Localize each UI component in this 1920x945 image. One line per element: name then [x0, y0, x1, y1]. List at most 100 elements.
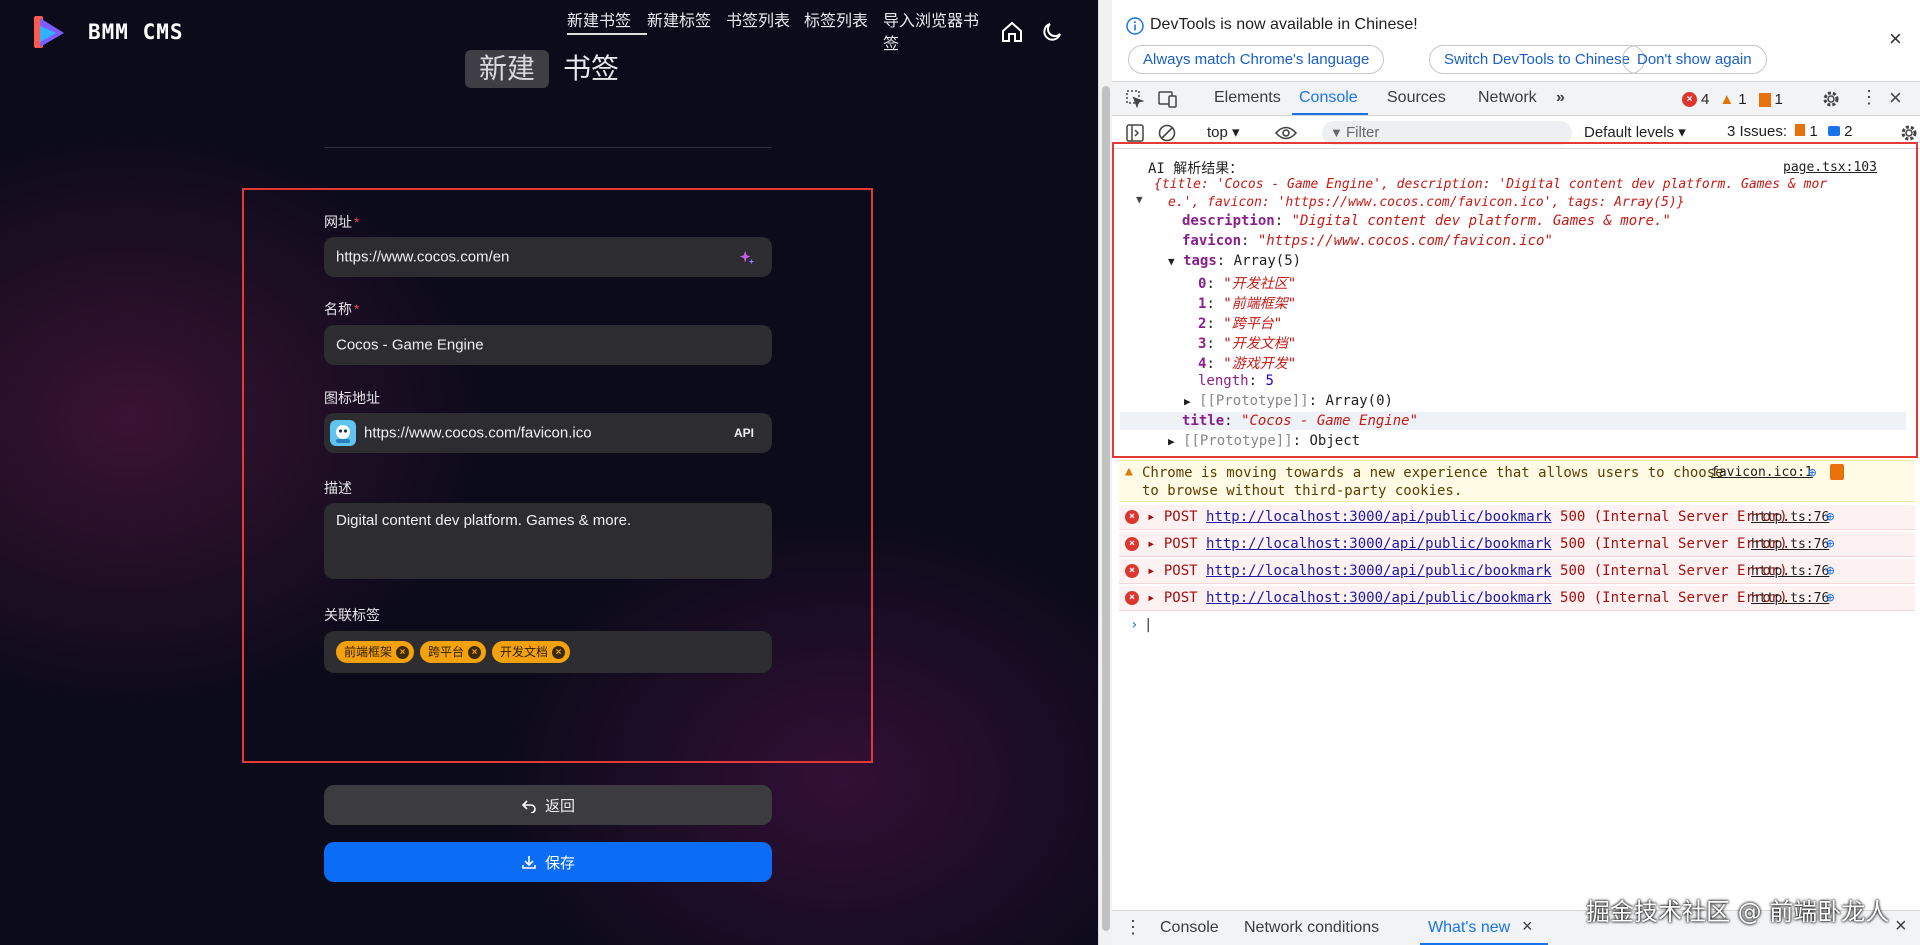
more-options-icon[interactable]: ⋮ — [1860, 87, 1878, 108]
scrollbar-thumb[interactable] — [1102, 86, 1110, 931]
tag-chip: 开发文档 × — [492, 641, 571, 663]
api-button[interactable]: API — [734, 426, 754, 440]
tab-console[interactable]: Console — [1299, 89, 1358, 107]
save-label: 保存 — [544, 854, 575, 872]
network-globe-icon[interactable]: ⊕ — [1808, 465, 1816, 481]
download-icon — [522, 856, 536, 869]
clear-console-icon[interactable] — [1158, 124, 1176, 142]
inspect-element-icon[interactable] — [1126, 90, 1144, 108]
watermark: 掘金技术社区 @ 前端卧龙人 — [1586, 898, 1890, 926]
issues-link[interactable]: 3 Issues: 1 2 — [1727, 123, 1852, 140]
dont-show-button[interactable]: Don't show again — [1622, 45, 1767, 74]
remove-tag-icon[interactable]: × — [468, 645, 482, 659]
drawer-tab-network-conditions[interactable]: Network conditions — [1244, 919, 1379, 937]
bmm-cms-app: BMM CMS 新建书签 新建标签 书签列表 标签列表 导入浏览器书签 新建 书… — [0, 0, 1098, 945]
icon-url-label: 图标地址 — [324, 390, 380, 406]
device-toolbar-icon[interactable] — [1158, 90, 1178, 108]
error-message: × ▸ POST http://localhost:3000/api/publi… — [1119, 559, 1915, 584]
nav-new-tag[interactable]: 新建标签 — [647, 10, 727, 33]
nav-tag-list[interactable]: 标签列表 — [804, 10, 884, 33]
issue-counters[interactable]: × 4 ▲ 1 1 — [1682, 91, 1783, 108]
url-field[interactable]: https://www.cocos.com/en — [324, 237, 772, 277]
expand-object-icon[interactable]: ▼ — [1136, 193, 1143, 206]
page-scrollbar[interactable] — [1098, 0, 1112, 945]
close-whats-new-icon[interactable]: × — [1522, 916, 1533, 937]
brand-name: BMM CMS — [88, 20, 184, 44]
drawer-tab-whats-new[interactable]: What's new — [1428, 919, 1510, 937]
banner-title: DevTools is now available in Chinese! — [1150, 16, 1418, 33]
network-globe-icon[interactable]: ⊕ — [1826, 536, 1834, 552]
error-expand-arrow[interactable]: ▸ POST http://localhost:3000/api/public/… — [1147, 536, 1788, 552]
error-icon: × — [1125, 564, 1139, 578]
back-button[interactable]: 返回 — [324, 785, 772, 825]
prop-tags[interactable]: ▼ tags: Array(5) — [1168, 253, 1301, 269]
console-settings-gear-icon[interactable] — [1899, 123, 1919, 143]
nav-import-bookmarks[interactable]: 导入浏览器书签 — [883, 10, 983, 56]
page-title-rest: 书签 — [563, 53, 620, 84]
network-globe-icon[interactable]: ⊕ — [1826, 590, 1834, 606]
ai-sparkle-icon[interactable] — [738, 249, 756, 267]
tag-item-2: 2: "跨平台" — [1198, 316, 1283, 332]
prop-favicon: favicon: "https://www.cocos.com/favicon.… — [1182, 233, 1553, 249]
console-input[interactable]: | — [1144, 617, 1152, 633]
log-source-link[interactable]: page.tsx:103 — [1783, 160, 1877, 175]
icon-url-field[interactable]: https://www.cocos.com/favicon.ico API — [324, 413, 772, 453]
name-field[interactable]: Cocos - Game Engine — [324, 325, 772, 365]
tags-label: 关联标签 — [324, 607, 380, 623]
network-globe-icon[interactable]: ⊕ — [1826, 563, 1834, 579]
language-banner: DevTools is now available in Chinese! Al… — [1112, 0, 1920, 82]
live-expression-eye-icon[interactable] — [1275, 125, 1297, 141]
url-label: 网址 * — [324, 214, 360, 230]
close-banner-icon[interactable]: × — [1889, 28, 1902, 50]
context-select[interactable]: top ▾ — [1207, 123, 1240, 141]
error-expand-arrow[interactable]: ▸ POST http://localhost:3000/api/public/… — [1147, 563, 1788, 579]
description-label: 描述 — [324, 480, 352, 496]
issue-flag-icon[interactable] — [1830, 464, 1844, 480]
tab-network[interactable]: Network — [1478, 89, 1537, 107]
warning-count-icon: ▲ — [1719, 91, 1735, 108]
more-tabs-icon[interactable]: » — [1556, 89, 1565, 107]
sidebar-toggle-icon[interactable] — [1126, 124, 1144, 142]
issue-flag-icon — [1758, 92, 1771, 107]
drawer-menu-icon[interactable]: ⋮ — [1124, 917, 1142, 938]
drawer-tab-console[interactable]: Console — [1160, 919, 1219, 937]
close-devtools-icon[interactable]: × — [1889, 85, 1902, 111]
remove-tag-icon[interactable]: × — [396, 645, 410, 659]
object-prototype[interactable]: ▶ [[Prototype]]: Object — [1168, 433, 1360, 449]
tab-sources[interactable]: Sources — [1387, 89, 1446, 107]
error-source-link[interactable]: http.ts:76 — [1751, 537, 1829, 552]
tags-select[interactable]: 前端框架 × 跨平台 × 开发文档 × — [324, 631, 772, 673]
error-expand-arrow[interactable]: ▸ POST http://localhost:3000/api/public/… — [1147, 509, 1788, 525]
home-icon[interactable] — [1000, 20, 1024, 44]
switch-chinese-button[interactable]: Switch DevTools to Chinese — [1429, 45, 1645, 74]
close-drawer-icon[interactable]: × — [1895, 915, 1907, 938]
settings-gear-icon[interactable] — [1821, 89, 1841, 109]
error-source-link[interactable]: http.ts:76 — [1751, 510, 1829, 525]
save-button[interactable]: 保存 — [324, 842, 772, 882]
error-source-link[interactable]: http.ts:76 — [1751, 564, 1829, 579]
nav-bookmark-list[interactable]: 书签列表 — [726, 10, 806, 33]
tag-item-3: 3: "开发文档" — [1198, 336, 1297, 352]
error-source-link[interactable]: http.ts:76 — [1751, 591, 1829, 606]
description-textarea[interactable]: Digital content dev platform. Games & mo… — [324, 503, 772, 579]
warning-icon: ▲ — [1125, 464, 1133, 479]
moon-icon[interactable] — [1040, 20, 1064, 44]
match-language-button[interactable]: Always match Chrome's language — [1128, 45, 1385, 74]
error-count-icon: × — [1682, 92, 1697, 107]
log-levels-select[interactable]: Default levels ▾ — [1584, 123, 1686, 141]
tags-length: length: 5 — [1198, 373, 1274, 389]
error-expand-arrow[interactable]: ▸ POST http://localhost:3000/api/public/… — [1147, 590, 1788, 606]
object-preview-line-1: {title: 'Cocos - Game Engine', descripti… — [1154, 177, 1828, 192]
back-label: 返回 — [544, 797, 575, 815]
network-globe-icon[interactable]: ⊕ — [1826, 509, 1834, 525]
error-message: × ▸ POST http://localhost:3000/api/publi… — [1119, 586, 1915, 611]
brand-logo-icon[interactable] — [32, 14, 68, 50]
warning-source-link[interactable]: favicon.ico:1 — [1711, 465, 1813, 480]
tags-prototype[interactable]: ▶ [[Prototype]]: Array(0) — [1184, 393, 1393, 409]
tag-item-4: 4: "游戏开发" — [1198, 356, 1297, 372]
tab-elements[interactable]: Elements — [1214, 89, 1281, 107]
nav-new-bookmark[interactable]: 新建书签 — [567, 10, 647, 35]
page-title-highlight: 新建 — [465, 50, 550, 88]
remove-tag-icon[interactable]: × — [552, 645, 566, 659]
tag-item-1: 1: "前端框架" — [1198, 296, 1297, 312]
